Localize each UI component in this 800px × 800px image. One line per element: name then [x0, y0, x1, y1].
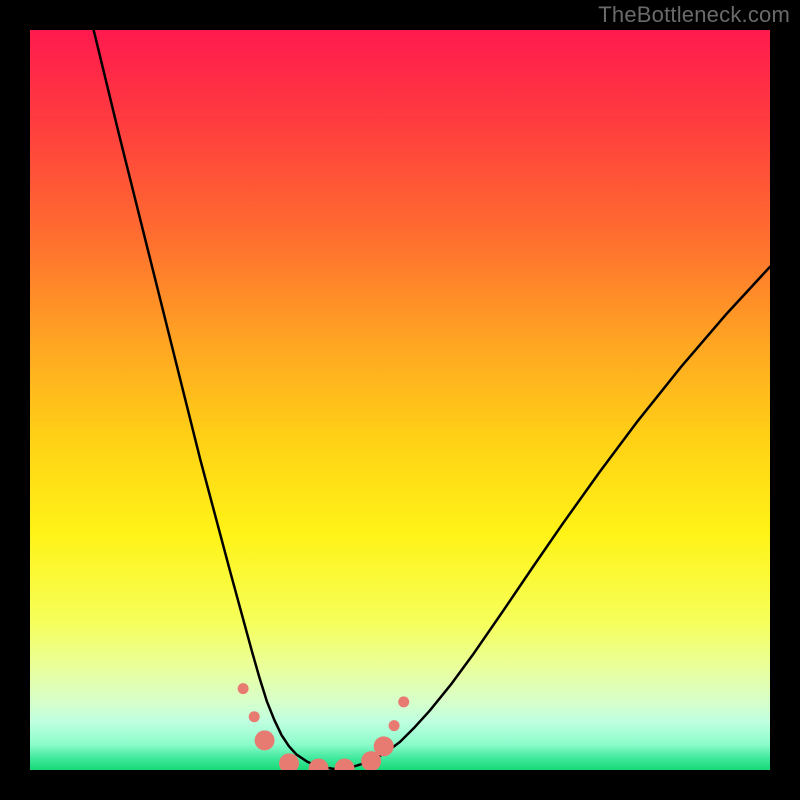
marker-dot: [249, 711, 260, 722]
chart-svg: [30, 30, 770, 770]
marker-dot: [374, 736, 394, 756]
marker-dot: [398, 696, 409, 707]
marker-dot: [238, 683, 249, 694]
chart-background: [30, 30, 770, 770]
watermark-text: TheBottleneck.com: [598, 2, 790, 28]
marker-dot: [255, 730, 275, 750]
chart-plot-area: [30, 30, 770, 770]
outer-frame: TheBottleneck.com: [0, 0, 800, 800]
marker-dot: [389, 720, 400, 731]
